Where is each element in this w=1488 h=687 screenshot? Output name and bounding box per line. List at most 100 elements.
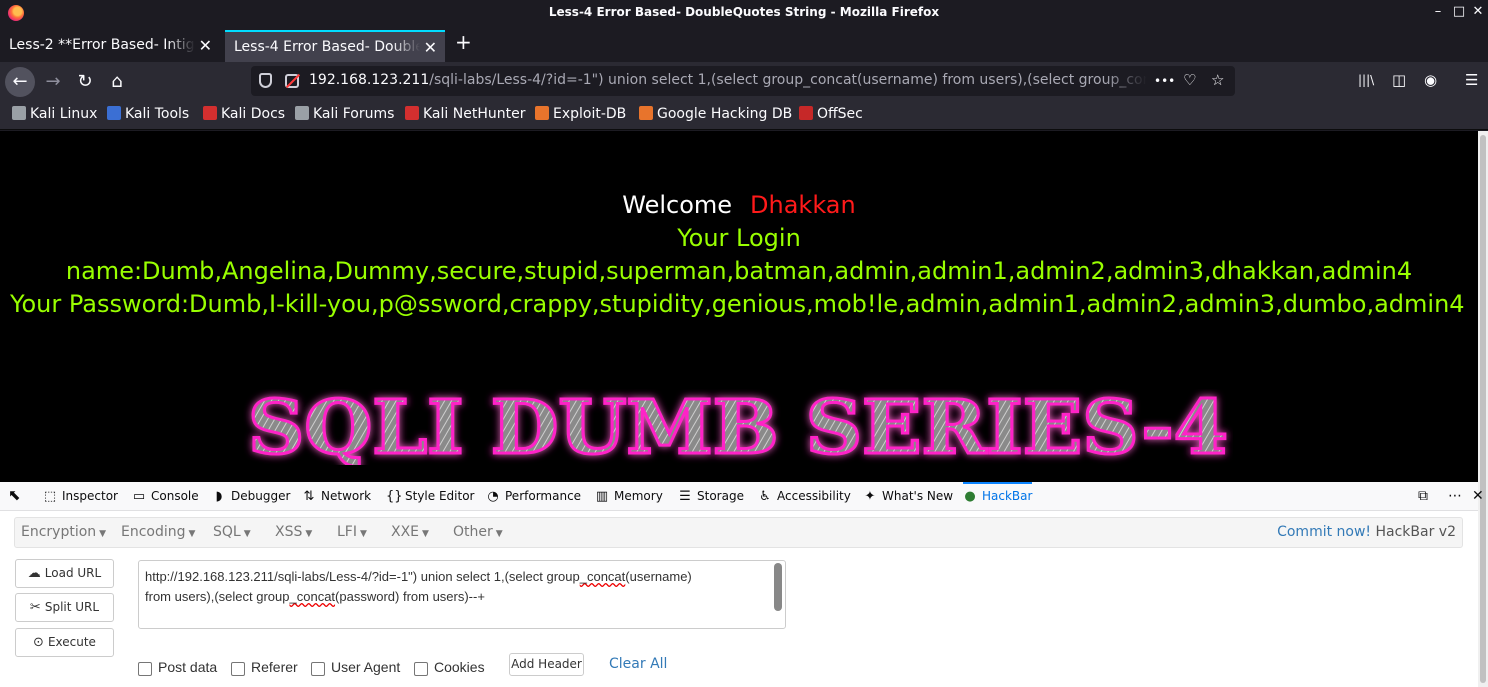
user-agent-checkbox[interactable]: User Agent xyxy=(311,659,400,676)
debugger-icon: ◗ xyxy=(215,489,223,504)
bookmark-kali-docs[interactable]: Kali Docs xyxy=(203,106,285,122)
checkbox-box[interactable] xyxy=(138,662,152,676)
commit-now-link[interactable]: Commit now! xyxy=(1277,524,1371,540)
tab-network[interactable]: ⇅ Network xyxy=(302,482,372,511)
tab-less-4[interactable]: Less-4 Error Based- DoubleQuotes String … xyxy=(225,30,445,62)
devtools-panel: ⬉ ⬚ Inspector ▭ Console ◗ Debugger ⇅ Network… xyxy=(0,482,1484,687)
menu-xxe[interactable]: XXE ▼ xyxy=(391,524,429,540)
menu-label: Other xyxy=(453,524,493,540)
checkbox-box[interactable] xyxy=(311,662,325,676)
bookmark-kali-forums[interactable]: Kali Forums xyxy=(295,106,394,122)
tab-less-2[interactable]: Less-2 **Error Based- Intiger** ✕ xyxy=(0,30,220,62)
bookmark-exploit-db[interactable]: Exploit-DB xyxy=(535,106,626,122)
play-circle-icon: ⊙ xyxy=(33,635,44,650)
bookmarks-toolbar: Kali Linux Kali Tools Kali Docs Kali For… xyxy=(0,100,1488,130)
url-line-2: from users),(select group_concat(passwor… xyxy=(145,587,761,607)
textarea-scroll-thumb[interactable] xyxy=(774,563,782,611)
load-url-button[interactable]: ☁ Load URL xyxy=(15,559,114,588)
page-actions-icon[interactable]: ••• xyxy=(1154,74,1175,88)
menu-xss[interactable]: XSS ▼ xyxy=(275,524,312,540)
tab-label: Debugger xyxy=(231,489,291,503)
checkbox-label: User Agent xyxy=(331,659,401,675)
url-textarea[interactable]: http://192.168.123.211/sqli-labs/Less-4/… xyxy=(138,560,786,629)
back-button[interactable]: ← xyxy=(5,67,35,97)
inspector-icon: ⬚ xyxy=(43,489,57,504)
bookmark-google-hacking-db[interactable]: Google Hacking DB xyxy=(639,106,792,122)
tab-label: Inspector xyxy=(62,489,118,503)
spellcheck-word: _concat xyxy=(579,569,626,584)
menu-label: Encoding xyxy=(121,524,186,540)
menu-encoding[interactable]: Encoding ▼ xyxy=(121,524,195,540)
bookmark-label: Kali Docs xyxy=(221,106,286,122)
bookmark-star-icon[interactable]: ☆ xyxy=(1211,71,1224,89)
minimize-button[interactable]: – xyxy=(1430,4,1446,20)
tracking-shield-icon[interactable] xyxy=(259,73,272,88)
tab-hackbar[interactable]: ● HackBar xyxy=(963,482,1033,511)
sidebar-icon[interactable]: ◫ xyxy=(1392,71,1406,89)
menu-other[interactable]: Other ▼ xyxy=(453,524,503,540)
tab-title: Less-4 Error Based- DoubleQuotes String xyxy=(234,39,420,55)
url-text-part: (username) xyxy=(625,569,692,584)
bookmark-offsec[interactable]: OffSec xyxy=(799,106,863,122)
library-icon[interactable]: |||\ xyxy=(1358,73,1374,87)
new-tab-button[interactable]: + xyxy=(455,30,472,54)
dock-toggle-icon[interactable]: ⧉ xyxy=(1418,488,1428,504)
tab-memory[interactable]: ▥ Memory xyxy=(595,482,663,511)
textarea-scrollbar[interactable] xyxy=(772,561,784,628)
tab-close-icon[interactable]: ✕ xyxy=(199,36,212,55)
element-picker-icon[interactable]: ⬉ xyxy=(8,482,21,511)
insecure-lock-icon[interactable] xyxy=(285,74,299,88)
referer-checkbox[interactable]: Referer xyxy=(231,659,298,676)
menu-lfi[interactable]: LFI ▼ xyxy=(337,524,367,540)
add-header-button[interactable]: Add Header xyxy=(509,653,584,676)
reload-button[interactable]: ↻ xyxy=(70,67,100,97)
checkbox-box[interactable] xyxy=(231,662,245,676)
tab-label: Console xyxy=(151,489,199,503)
bookmark-kali-linux[interactable]: Kali Linux xyxy=(12,106,97,122)
tab-whats-new[interactable]: ✦ What's New xyxy=(863,482,954,511)
tab-debugger[interactable]: ◗ Debugger xyxy=(212,482,291,511)
menu-label: LFI xyxy=(337,524,357,540)
menu-icon[interactable]: ☰ xyxy=(1465,71,1478,89)
address-bar[interactable]: 192.168.123.211/sqli-labs/Less-4/?id=-1"… xyxy=(251,66,1235,96)
cookies-checkbox[interactable]: Cookies xyxy=(414,659,485,676)
menu-encryption[interactable]: Encryption ▼ xyxy=(21,524,106,540)
split-url-button[interactable]: ✂ Split URL xyxy=(15,593,114,622)
caret-down-icon: ▼ xyxy=(243,529,251,539)
close-window-button[interactable]: ✕ xyxy=(1470,4,1486,20)
execute-button[interactable]: ⊙ Execute xyxy=(15,628,114,657)
tab-console[interactable]: ▭ Console xyxy=(132,482,199,511)
tab-style-editor[interactable]: {} Style Editor xyxy=(386,482,474,511)
tab-accessibility[interactable]: ♿ Accessibility xyxy=(758,482,851,511)
tab-storage[interactable]: ☰ Storage xyxy=(678,482,744,511)
tab-label: Network xyxy=(321,489,372,503)
bookmark-kali-tools[interactable]: Kali Tools xyxy=(107,106,189,122)
url-text[interactable]: 192.168.123.211/sqli-labs/Less-4/?id=-1"… xyxy=(309,72,1147,88)
devtools-options-icon[interactable]: ⋯ xyxy=(1448,488,1462,504)
bookmark-label: Kali NetHunter xyxy=(423,106,526,122)
scrollbar-thumb[interactable] xyxy=(1480,135,1486,683)
checkbox-box[interactable] xyxy=(414,662,428,676)
pocket-icon[interactable]: ♡ xyxy=(1183,71,1196,89)
forward-button[interactable]: → xyxy=(38,67,68,97)
welcome-text: Welcome xyxy=(622,191,733,219)
google-hacking-db-icon xyxy=(639,106,653,120)
bookmark-kali-nethunter[interactable]: Kali NetHunter xyxy=(405,106,525,122)
menu-label: SQL xyxy=(213,524,241,540)
maximize-button[interactable]: □ xyxy=(1451,4,1467,20)
tab-inspector[interactable]: ⬚ Inspector xyxy=(43,482,118,511)
clear-all-link[interactable]: Clear All xyxy=(609,656,667,672)
post-data-checkbox[interactable]: Post data xyxy=(138,659,217,676)
tab-close-icon[interactable]: ✕ xyxy=(424,38,437,57)
performance-icon: ◔ xyxy=(487,489,499,504)
window-titlebar: Less-4 Error Based- DoubleQuotes String … xyxy=(0,0,1488,26)
page-scrollbar[interactable] xyxy=(1478,131,1488,687)
console-icon: ▭ xyxy=(132,489,146,504)
devtools-close-icon[interactable]: ✕ xyxy=(1472,488,1484,504)
home-button[interactable]: ⌂ xyxy=(102,67,132,97)
account-icon[interactable]: ◉ xyxy=(1424,71,1437,89)
tab-performance[interactable]: ◔ Performance xyxy=(486,482,581,511)
menu-sql[interactable]: SQL ▼ xyxy=(213,524,251,540)
url-path: /sqli-labs/Less-4/?id=-1") union select … xyxy=(429,72,1147,88)
cloud-download-icon: ☁ xyxy=(27,566,41,581)
